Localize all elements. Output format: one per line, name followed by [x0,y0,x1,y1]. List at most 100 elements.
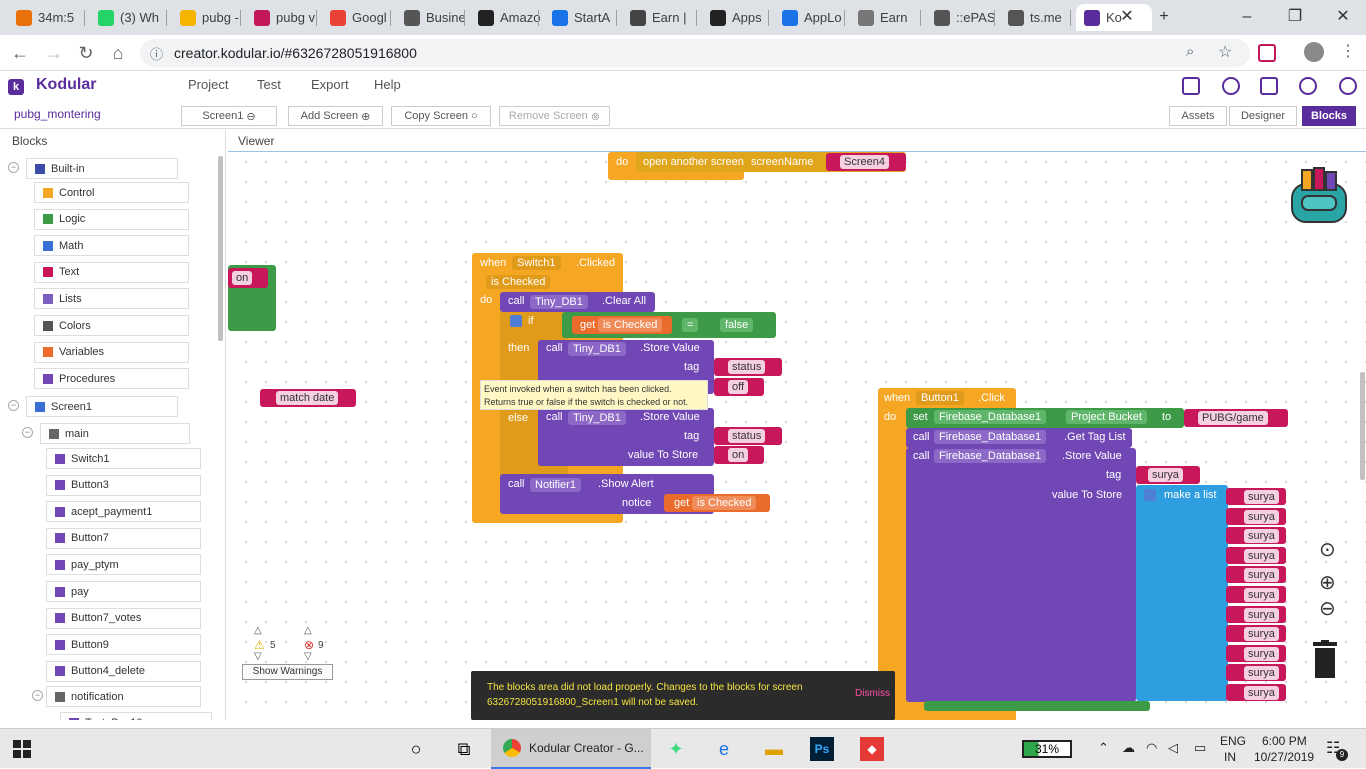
tree-component[interactable]: pay_ptym [46,554,201,576]
copy-screen-button[interactable]: Copy Screen ○ [391,106,491,126]
tinydb1-dropdown[interactable]: Tiny_DB1 [530,295,588,309]
menu-project[interactable]: Project [188,77,228,92]
taskbar-chrome-item[interactable]: Kodular Creator - G... [491,729,651,769]
tree-component[interactable]: pay [46,581,201,602]
workspace-vscrollbar[interactable] [1360,372,1365,480]
tree-builtin-math[interactable]: Math [34,235,189,257]
tree-component[interactable]: Button3 [46,474,201,496]
palette-icon[interactable] [1222,77,1240,95]
address-bar[interactable]: ⓘ creator.kodular.io/#6326728051916800 ⌕… [140,39,1250,67]
tree-main[interactable]: main [40,423,190,444]
menu-export[interactable]: Export [311,77,349,92]
browser-tab[interactable]: Earn | [622,4,692,31]
show-warnings-button[interactable]: Show Warnings [242,664,333,680]
lang-label[interactable]: ENG [1220,734,1246,748]
browser-tab[interactable]: Ko [1076,4,1152,31]
status-chip-2[interactable]: status [728,429,766,443]
list-mutator-gear-icon[interactable] [1144,489,1156,501]
tree-builtin-colors[interactable]: Colors [34,315,189,336]
network-icon[interactable]: ▭ [1194,740,1206,756]
firebase-dropdown-3[interactable]: Firebase_Database1 [934,449,1047,463]
internet-explorer-icon[interactable]: e [712,737,736,761]
dollar-icon[interactable] [1299,77,1317,95]
browser-tab[interactable]: 34m:5 [8,4,78,31]
app-red-icon[interactable]: ◆ [860,737,884,761]
trash-icon[interactable] [1312,640,1338,678]
surya-chip[interactable]: surya [1244,568,1279,583]
task-view-icon[interactable]: ⧉ [452,737,476,761]
off-chip[interactable]: off [728,380,749,394]
warning-up-arrow-icon[interactable]: △ [254,625,262,636]
main-toggle-icon[interactable]: − [22,427,33,438]
cloud-icon[interactable]: ☁ [1122,740,1135,756]
tree-notification[interactable]: notification [46,686,201,707]
menu-help[interactable]: Help [374,77,401,92]
false-dropdown[interactable]: false [720,318,754,332]
tree-screen1[interactable]: Screen1 [26,396,178,417]
home-icon[interactable]: ⌂ [106,41,130,65]
tree-component[interactable]: Button4_delete [46,660,201,682]
chrome-menu-icon[interactable]: ⋮ [1340,41,1356,61]
mutator-gear-icon[interactable] [510,315,522,327]
surya-chip[interactable]: surya [1244,548,1279,563]
extension-icon[interactable] [1258,44,1276,62]
error-down-arrow-icon[interactable]: ▽ [304,651,312,662]
designer-button[interactable]: Designer [1229,106,1297,126]
error-up-arrow-icon[interactable]: △ [304,625,312,636]
forward-icon[interactable]: → [42,41,66,65]
surya-chip[interactable]: surya [1244,490,1279,504]
browser-tab[interactable]: Apps [702,4,772,31]
tree-component[interactable]: Button9 [46,634,201,656]
window-close-icon[interactable]: ✕ [1332,6,1354,28]
menu-test[interactable]: Test [257,77,281,92]
windows-start-icon[interactable] [10,737,34,761]
wifi-icon[interactable]: ◠ [1146,740,1157,756]
is-checked-param[interactable]: is Checked [486,275,551,289]
folder-icon[interactable] [1182,77,1200,95]
is-checked-dropdown-2[interactable]: is Checked [692,496,757,510]
close-tab-icon[interactable]: ✕ [1116,6,1138,28]
zoom-icon[interactable]: ⌕ [1186,43,1194,60]
photoshop-icon[interactable]: Ps [810,737,834,761]
make-a-list-block[interactable] [1136,485,1228,701]
switch1-dropdown[interactable]: Switch1 [512,256,561,270]
firebase-dropdown[interactable]: Firebase_Database1 [934,410,1047,424]
match-date-chip[interactable]: match date [276,391,339,405]
surya-chip[interactable]: surya [1244,627,1279,642]
tree-component[interactable]: Switch1 [46,448,201,469]
tree-component[interactable]: Button7 [46,527,201,549]
search-circle-icon[interactable]: ○ [404,737,428,761]
screen-toggle-icon[interactable]: − [8,400,19,411]
surya-chip[interactable]: surya [1244,686,1279,700]
recenter-icon[interactable]: ⊙ [1319,537,1336,562]
browser-tab[interactable]: pubg - [172,4,242,31]
browser-tab[interactable]: ::ePAS [926,4,996,31]
tree-builtin-text[interactable]: Text [34,261,189,283]
bookmark-star-icon[interactable]: ☆ [1218,42,1232,62]
blocks-button[interactable]: Blocks [1302,106,1356,126]
assets-button[interactable]: Assets [1169,106,1227,126]
tree-builtin-variables[interactable]: Variables [34,341,189,363]
screen4-chip[interactable]: Screen4 [840,155,889,169]
tree-builtin-control[interactable]: Control [34,182,189,203]
project-bucket-dropdown[interactable]: Project Bucket [1066,410,1147,424]
clock-date[interactable]: 10/27/2019 [1254,750,1314,764]
remove-screen-button[interactable]: Remove Screen ⊗ [499,106,610,126]
clock-time[interactable]: 6:00 PM [1262,734,1307,748]
builtin-toggle-icon[interactable]: − [8,162,19,173]
surya-chip[interactable]: surya [1244,509,1279,524]
browser-tab[interactable]: (3) Wh [90,4,160,31]
surya-chip[interactable]: surya [1244,646,1279,661]
tree-builtin-lists[interactable]: Lists [34,288,189,310]
tree-builtin[interactable]: Built-in [26,158,178,179]
profile-avatar[interactable] [1304,42,1324,62]
button1-dropdown[interactable]: Button1 [916,391,964,405]
tree-scrollbar[interactable] [218,156,223,341]
tinydb1-dropdown-3[interactable]: Tiny_DB1 [568,411,626,425]
back-icon[interactable]: ← [8,41,32,65]
info-icon[interactable]: ⓘ [150,44,163,63]
on-chip-2[interactable]: on [728,448,749,462]
zoom-in-icon[interactable]: ⊕ [1319,570,1336,595]
tree-builtin-logic[interactable]: Logic [34,208,189,230]
surya-chip[interactable]: surya [1244,529,1279,544]
